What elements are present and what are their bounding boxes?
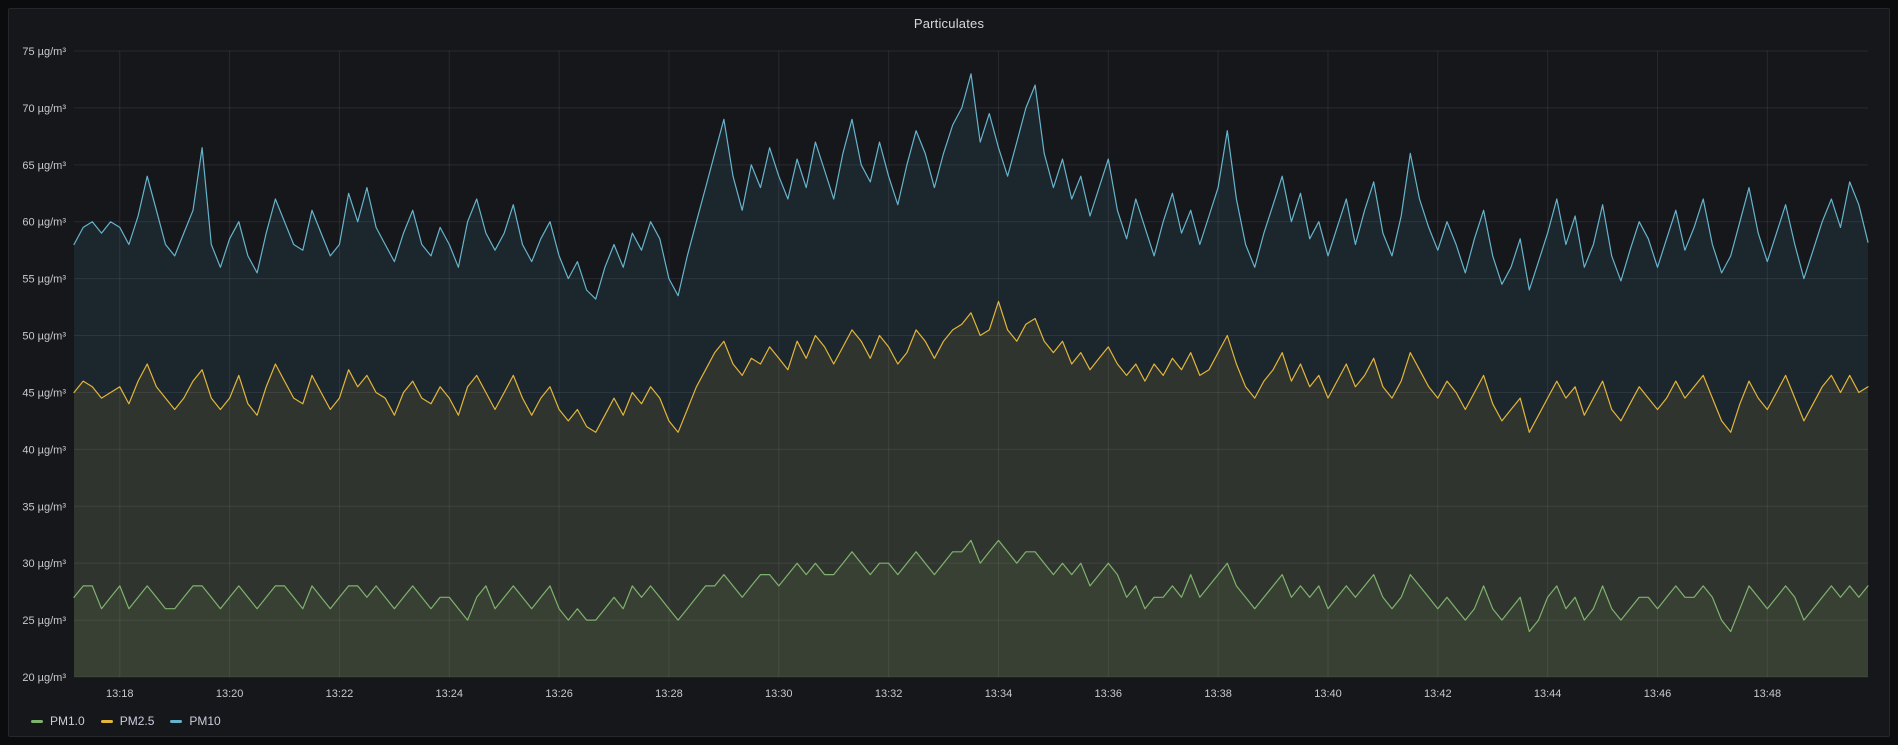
particulates-panel: 20 µg/m³ 25 µg/m³ 30 µg/m³ 35 µg/m³ 40 µg/m³…: [8, 8, 1890, 737]
y-tick-label: 60 µg/m³: [22, 217, 66, 229]
x-tick-label: 13:34: [985, 688, 1013, 700]
x-tick-label: 13:22: [326, 688, 354, 700]
x-tick-label: 13:40: [1314, 688, 1342, 700]
y-tick-label: 70 µg/m³: [22, 103, 66, 115]
y-tick-label: 50 µg/m³: [22, 331, 66, 343]
panel-title: Particulates: [913, 15, 985, 31]
time-series-chart[interactable]: 20 µg/m³ 25 µg/m³ 30 µg/m³ 35 µg/m³ 40 µg/m³…: [9, 9, 1891, 738]
x-tick-label: 13:20: [216, 688, 244, 700]
x-tick-label: 13:46: [1644, 688, 1672, 700]
y-tick-label: 40 µg/m³: [22, 444, 66, 456]
x-tick-label: 13:32: [875, 688, 903, 700]
legend-item-pm10[interactable]: PM10: [170, 714, 221, 728]
x-tick-label: 13:30: [765, 688, 793, 700]
legend-label-pm2-5: PM2.5: [119, 714, 155, 728]
x-tick-label: 13:48: [1754, 688, 1782, 700]
legend: PM1.0 PM2.5 PM10: [31, 714, 221, 728]
legend-item-pm2-5[interactable]: PM2.5: [100, 714, 155, 728]
y-tick-label: 35 µg/m³: [22, 501, 66, 513]
legend-swatch-pm10: [170, 719, 183, 723]
y-tick-label: 65 µg/m³: [22, 160, 66, 172]
y-tick-label: 20 µg/m³: [22, 672, 66, 684]
y-tick-label: 55 µg/m³: [22, 274, 66, 286]
y-tick-label: 30 µg/m³: [22, 558, 66, 570]
legend-item-pm1-0[interactable]: PM1.0: [31, 714, 85, 728]
x-tick-label: 13:24: [436, 688, 464, 700]
panel-header[interactable]: Particulates: [9, 9, 1889, 37]
y-tick-label: 75 µg/m³: [22, 46, 66, 58]
legend-label-pm10: PM10: [189, 714, 221, 728]
legend-label-pm1-0: PM1.0: [50, 714, 85, 728]
x-tick-label: 13:18: [106, 688, 134, 700]
y-tick-label: 45 µg/m³: [22, 387, 66, 399]
x-tick-label: 13:44: [1534, 688, 1562, 700]
y-tick-label: 25 µg/m³: [22, 615, 66, 627]
x-tick-label: 13:42: [1424, 688, 1452, 700]
x-tick-label: 13:38: [1204, 688, 1232, 700]
x-tick-label: 13:28: [655, 688, 683, 700]
legend-swatch-pm1-0: [31, 719, 43, 723]
legend-swatch-pm2-5: [100, 719, 113, 723]
x-tick-label: 13:26: [545, 688, 573, 700]
x-tick-label: 13:36: [1095, 688, 1123, 700]
